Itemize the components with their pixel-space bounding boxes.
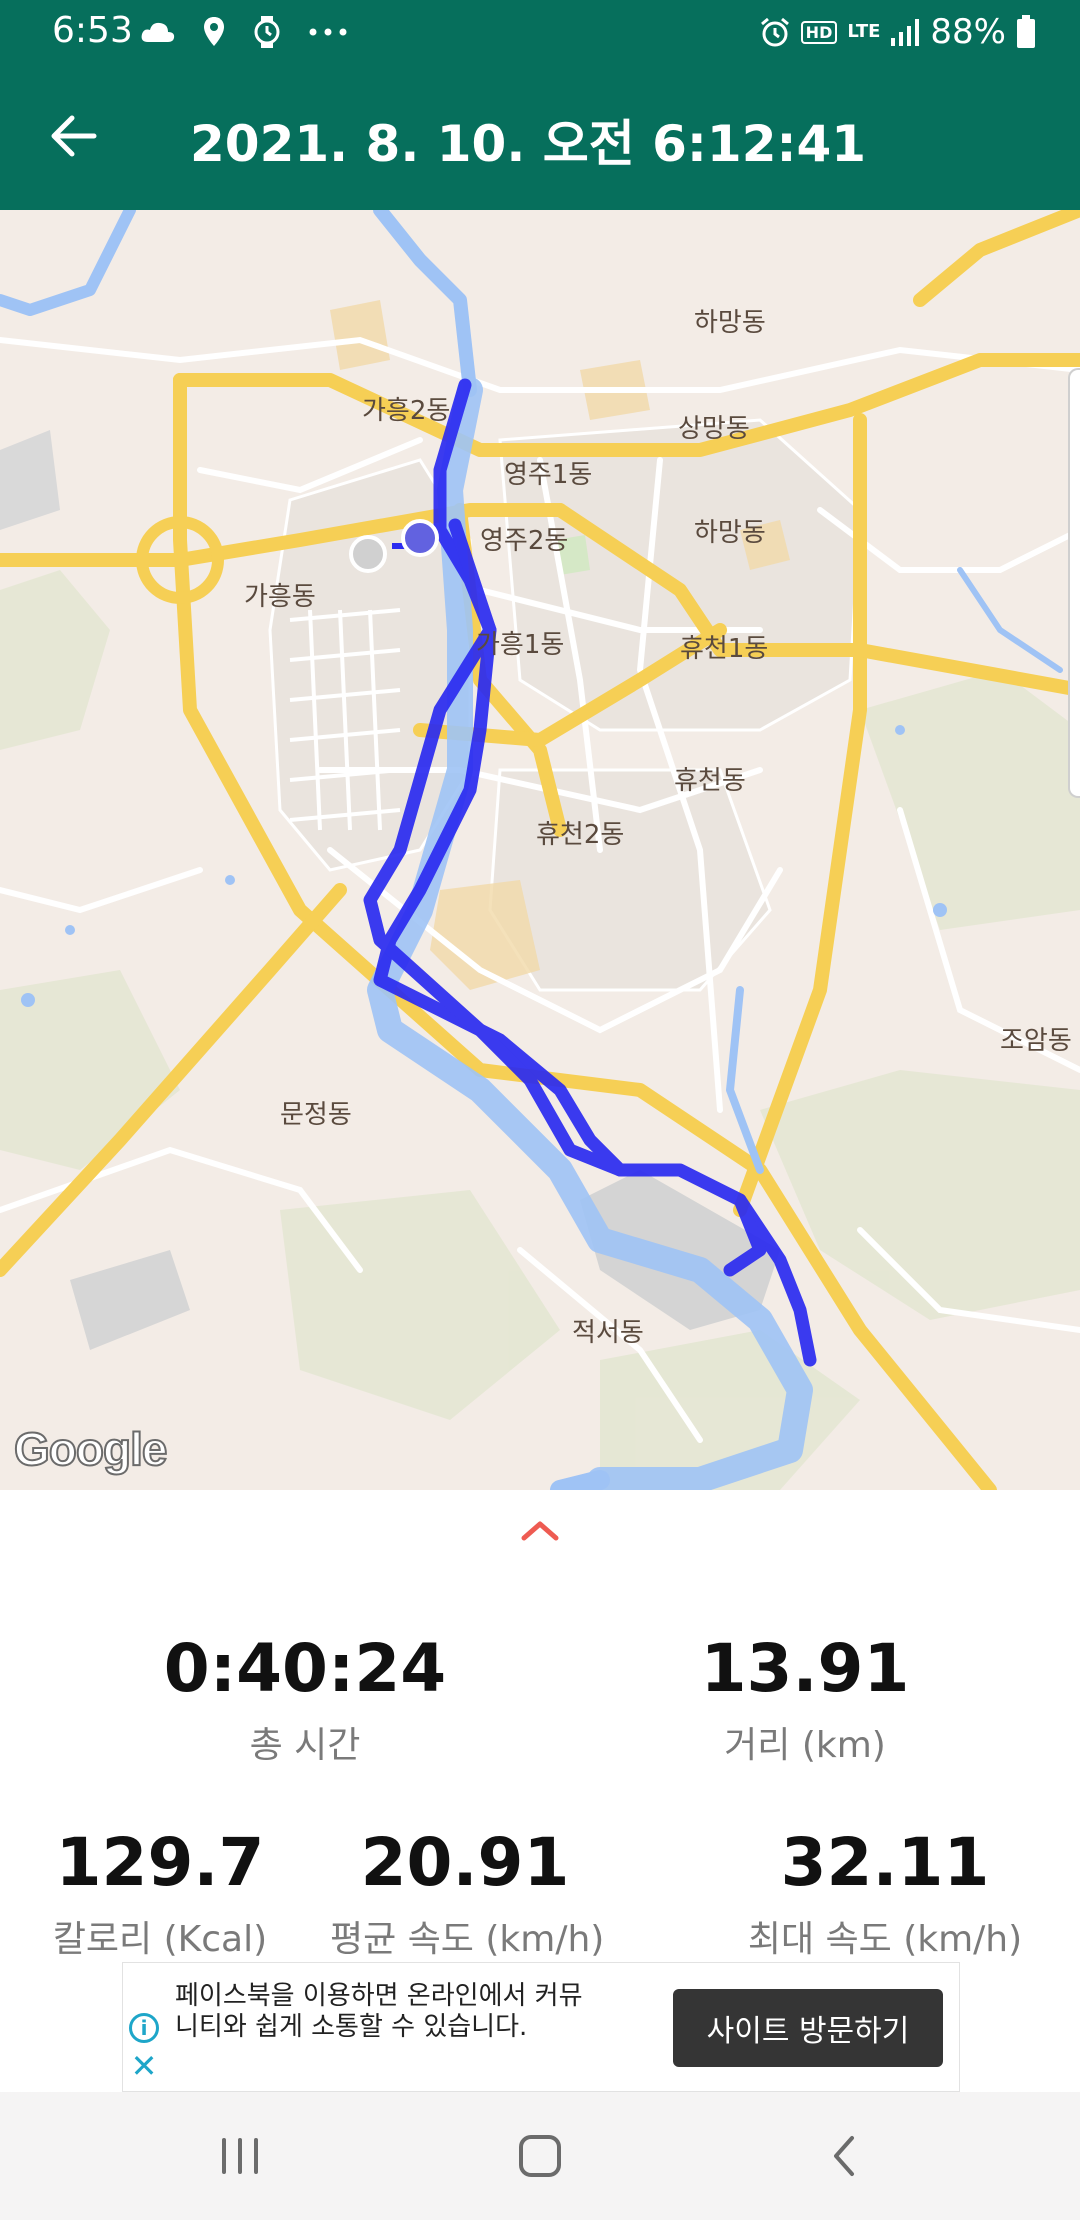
map-label-sangmang: 상망동 xyxy=(678,414,750,444)
avg-speed-label: 평균 속도 (km/h) xyxy=(330,1919,605,1960)
max-speed-value: 32.11 xyxy=(780,1824,990,1901)
map-label-hyucheon-1: 휴천1동 xyxy=(680,634,769,664)
map-label-hamang-2: 하망동 xyxy=(694,518,766,548)
total-time-label: 총 시간 xyxy=(249,1725,361,1766)
arrow-left-icon xyxy=(51,115,97,157)
chevron-up-icon xyxy=(521,1521,559,1541)
info-icon[interactable]: i xyxy=(129,2013,159,2043)
recent-apps-icon xyxy=(222,2138,258,2174)
home-button[interactable] xyxy=(500,2126,580,2186)
status-time: 6:53 xyxy=(52,10,133,51)
back-button[interactable] xyxy=(40,106,110,166)
lte-label: LTE xyxy=(847,21,881,42)
map-label-joam: 조암동 xyxy=(1000,1026,1072,1056)
distance-value: 13.91 xyxy=(700,1630,910,1707)
map-label-gaheung-2: 가흥2동 xyxy=(362,396,451,426)
map-side-handle[interactable] xyxy=(1068,368,1080,798)
home-icon xyxy=(519,2135,561,2177)
battery-icon xyxy=(1016,15,1036,49)
lte-icon: LTE xyxy=(847,21,881,42)
navigation-bar xyxy=(0,2092,1080,2220)
cloud-icon xyxy=(140,20,176,44)
back-icon xyxy=(834,2136,854,2176)
google-logo: Google xyxy=(13,1422,168,1476)
calories-label: 칼로리 (Kcal) xyxy=(52,1919,268,1960)
status-right-icons: HD LTE 88% xyxy=(759,10,1036,54)
map-label-yeongju-2: 영주2동 xyxy=(480,526,569,556)
map-label-hyucheon: 휴천동 xyxy=(674,766,746,796)
signal-icon xyxy=(890,18,920,46)
map-label-gaheung-1: 가흥1동 xyxy=(476,630,565,660)
page-title: 2021. 8. 10. 오전 6:12:41 xyxy=(190,115,867,173)
status-bar: 6:53 HD LTE 88% xyxy=(0,0,1080,62)
app-bar: 2021. 8. 10. 오전 6:12:41 xyxy=(0,62,1080,210)
route-map[interactable]: 하망동 가흥2동 상망동 영주1동 영주2동 하망동 가흥동 가흥1동 휴천1동… xyxy=(0,210,1080,1490)
map-label-hamang-1: 하망동 xyxy=(694,308,766,338)
alarm-icon xyxy=(759,16,791,48)
hd-icon: HD xyxy=(800,20,838,44)
map-label-hyucheon-2: 휴천2동 xyxy=(536,820,625,850)
distance-label: 거리 (km) xyxy=(724,1725,886,1766)
watch-icon xyxy=(252,15,282,49)
stats-panel: 0:40:24 총 시간 13.91 거리 (km) 129.7 칼로리 (Kc… xyxy=(0,1490,1080,1960)
visit-site-button[interactable]: 사이트 방문하기 xyxy=(673,1989,943,2067)
map-label-gaheung: 가흥동 xyxy=(244,582,316,612)
map-label-jeokseo: 적서동 xyxy=(572,1318,644,1348)
expand-button[interactable] xyxy=(518,1514,562,1546)
total-time-value: 0:40:24 xyxy=(163,1630,447,1707)
avg-speed-value: 20.91 xyxy=(360,1824,570,1901)
location-icon xyxy=(202,16,226,48)
max-speed-label: 최대 속도 (km/h) xyxy=(747,1919,1023,1960)
calories-value: 129.7 xyxy=(55,1824,265,1901)
close-icon[interactable]: ✕ xyxy=(129,2050,159,2082)
recent-apps-button[interactable] xyxy=(200,2126,280,2186)
more-icon xyxy=(308,27,348,37)
ad-text: 페이스북을 이용하면 온라인에서 커뮤니티와 쉽게 소통할 수 있습니다. xyxy=(175,1981,583,2042)
status-left-icons xyxy=(140,10,348,54)
map-label-yeongju-1: 영주1동 xyxy=(504,460,593,490)
map-label-munjeong: 문정동 xyxy=(280,1100,352,1130)
ad-banner[interactable]: i ✕ 페이스북을 이용하면 온라인에서 커뮤니티와 쉽게 소통할 수 있습니다… xyxy=(122,1962,960,2092)
system-back-button[interactable] xyxy=(804,2126,884,2186)
battery-percent: 88% xyxy=(930,12,1006,52)
